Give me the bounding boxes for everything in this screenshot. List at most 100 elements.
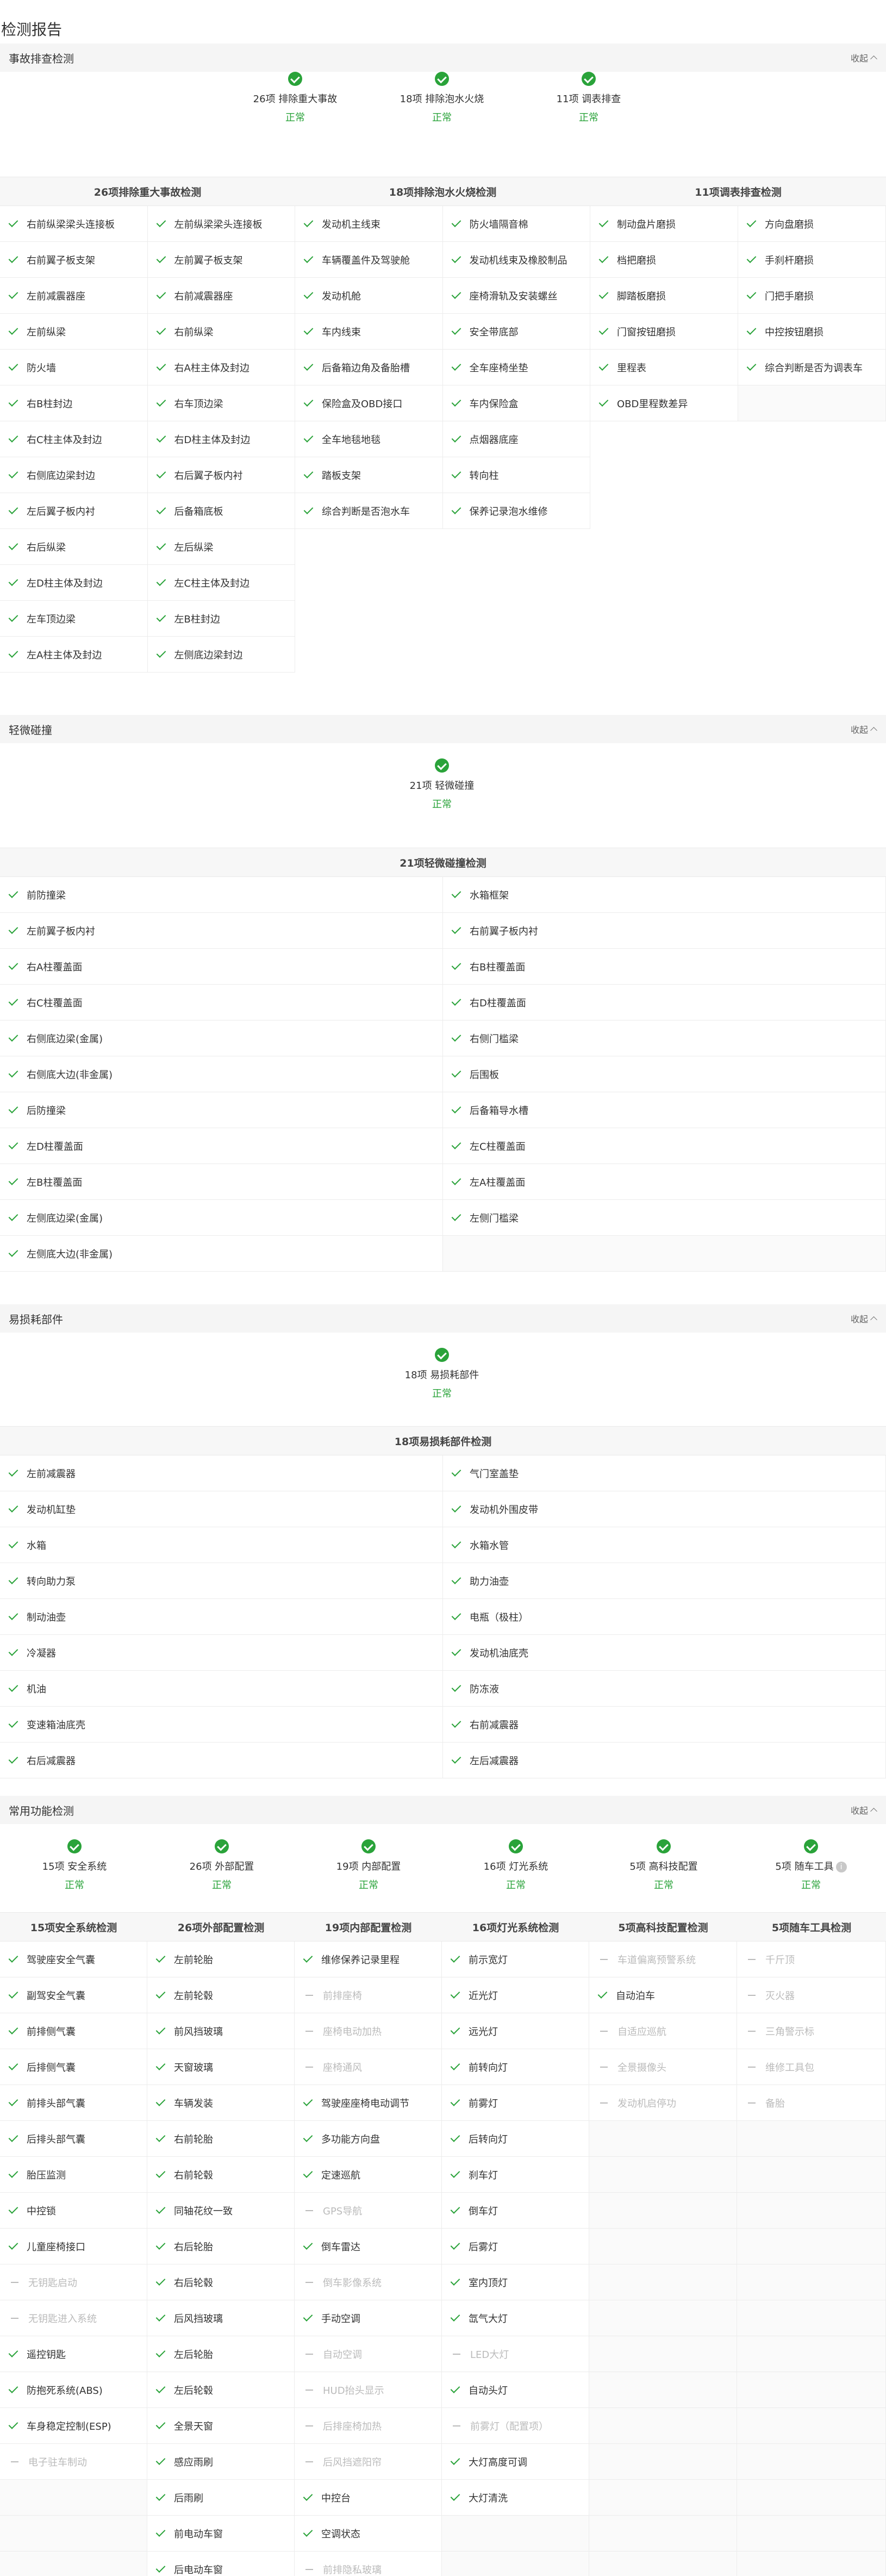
item-label: 右A柱覆盖面	[27, 961, 83, 973]
item-label: 前雾灯	[469, 2098, 498, 2110]
collapse-label: 收起	[850, 53, 868, 64]
list-item: 右侧底边梁(金属)	[0, 1021, 443, 1056]
collapse-button[interactable]: 收起	[851, 1312, 877, 1325]
chevron-up-icon	[870, 1316, 877, 1323]
check-icon	[303, 2132, 313, 2142]
collapse-button[interactable]: 收起	[850, 51, 877, 64]
item-label: 左侧底边梁封边	[174, 649, 243, 661]
list-item: 右B柱封边	[0, 385, 148, 421]
info-icon[interactable]: i	[835, 1862, 847, 1872]
check-icon	[598, 396, 609, 407]
dash-icon	[11, 2317, 18, 2319]
check-icon	[303, 2096, 313, 2106]
list-item: 左侧门槛梁	[443, 1200, 886, 1236]
summary-status: 正常	[801, 1880, 821, 1891]
list-item: 左车顶边梁	[0, 601, 148, 637]
dash-icon	[305, 2281, 313, 2283]
check-icon	[451, 289, 461, 299]
list-item: 后雾灯	[442, 2229, 589, 2264]
check-icon	[155, 2024, 166, 2034]
group-title: 11项调表排查检测	[695, 186, 782, 198]
list-item: 前示宽灯	[442, 1942, 589, 1977]
item-label: 综合判断是否为调表车	[765, 362, 863, 374]
check-icon	[450, 1952, 460, 1963]
check-icon	[8, 576, 18, 586]
check-icon	[598, 360, 609, 371]
group-title: 18项排除泡水火烧检测	[389, 186, 497, 198]
check-icon	[451, 217, 461, 227]
check-icon	[303, 2311, 313, 2322]
list-item: 天窗玻璃	[147, 2049, 295, 2085]
list-item: 左前翼子板支架	[147, 242, 295, 278]
summary-label: 16项 灯光系统	[451, 1859, 581, 1873]
list-item: 左B柱封边	[147, 601, 295, 637]
check-icon	[451, 1067, 461, 1078]
list-item: 三角警示标	[737, 2013, 886, 2049]
item-label: 右前轮毂	[174, 2169, 213, 2181]
empty-cell	[589, 2372, 737, 2408]
list-item: 左前纵梁梁头连接板	[147, 206, 295, 242]
dash-icon	[305, 2425, 313, 2426]
check-group: 11项调表排查检测 制动盘片磨损 方向盘磨损 档把磨损 手刹杆磨损 脚踏板磨损 门把手磨损门…	[590, 177, 886, 421]
item-label: 制动盘片磨损	[617, 219, 676, 231]
check-icon	[450, 2239, 460, 2250]
check-icon	[8, 325, 18, 335]
check-icon	[451, 924, 461, 934]
group-header: 16项灯光系统检测	[442, 1912, 589, 1942]
check-icon	[8, 1211, 18, 1221]
list-item: OBD里程数差异	[590, 385, 738, 421]
check-group: 15项安全系统检测 驾驶座安全气囊 副驾安全气囊 前排侧气囊 后排侧气囊 前排头部气囊 后排…	[0, 1912, 147, 2576]
empty-cell	[589, 2552, 737, 2576]
check-circle-icon	[435, 1348, 449, 1362]
item-label: 维修工具包	[765, 2062, 814, 2074]
collapse-button[interactable]: 收起	[851, 1803, 877, 1816]
list-item: 右前翼子板内衬	[443, 913, 886, 949]
check-icon	[450, 2132, 460, 2142]
section-title: 事故排查检测	[9, 52, 74, 65]
list-item: 档把磨损	[590, 242, 738, 278]
section-title: 常用功能检测	[9, 1804, 74, 1818]
item-label: 灭火器	[765, 1990, 795, 2002]
check-icon	[156, 576, 166, 586]
dash-icon	[305, 1994, 313, 1996]
check-icon	[746, 289, 757, 299]
check-icon	[156, 468, 166, 478]
check-icon	[156, 396, 166, 407]
check-icon	[8, 2239, 18, 2250]
empty-cell	[737, 2121, 886, 2157]
list-item: 右后减震器	[0, 1743, 443, 1778]
item-label: 儿童座椅接口	[27, 2241, 85, 2253]
list-item: 副驾安全气囊	[0, 1977, 147, 2013]
list-item: 右D柱覆盖面	[443, 985, 886, 1021]
check-group: 16项灯光系统检测 前示宽灯 近光灯 远光灯 前转向灯 前雾灯 后转向灯 刹车灯 倒车灯 后雾灯室…	[442, 1912, 589, 2576]
list-item: 右A柱覆盖面	[0, 949, 443, 985]
list-item: 车身稳定控制(ESP)	[0, 2408, 147, 2444]
list-item: 前排座椅	[295, 1977, 442, 2013]
check-icon	[8, 1646, 18, 1656]
check-circle-icon	[435, 758, 449, 773]
check-icon	[451, 1646, 461, 1656]
list-item: 同轴花纹一致	[147, 2193, 295, 2229]
list-item: 维修工具包	[737, 2049, 886, 2085]
collapse-button[interactable]: 收起	[851, 723, 877, 736]
check-icon	[8, 540, 18, 550]
empty-cell	[589, 2444, 737, 2480]
item-label: 方向盘磨损	[765, 219, 814, 231]
summary-status: 正常	[359, 1880, 378, 1891]
summary-status: 正常	[212, 1880, 232, 1891]
empty-cell	[589, 2336, 737, 2372]
check-icon	[155, 2168, 166, 2178]
check-icon	[450, 2275, 460, 2286]
list-item: 右前轮胎	[147, 2121, 295, 2157]
item-label: 踏板支架	[322, 470, 361, 482]
item-label: 左前轮毂	[174, 1990, 213, 2002]
item-label: GPS导航	[323, 2205, 363, 2217]
check-icon	[451, 1718, 461, 1728]
check-icon	[155, 2455, 166, 2465]
list-item: 电子驻车制动	[0, 2444, 147, 2480]
item-label: 发动机线束及橡胶制品	[469, 254, 567, 266]
check-group: 26项外部配置检测 左前轮胎 左前轮毂 前风挡玻璃 天窗玻璃 车辆发装 右前轮胎 右前轮毂 同轴…	[147, 1912, 295, 2576]
check-icon	[451, 468, 461, 478]
check-icon	[156, 432, 166, 443]
item-label: 驾驶座安全气囊	[27, 1954, 95, 1966]
